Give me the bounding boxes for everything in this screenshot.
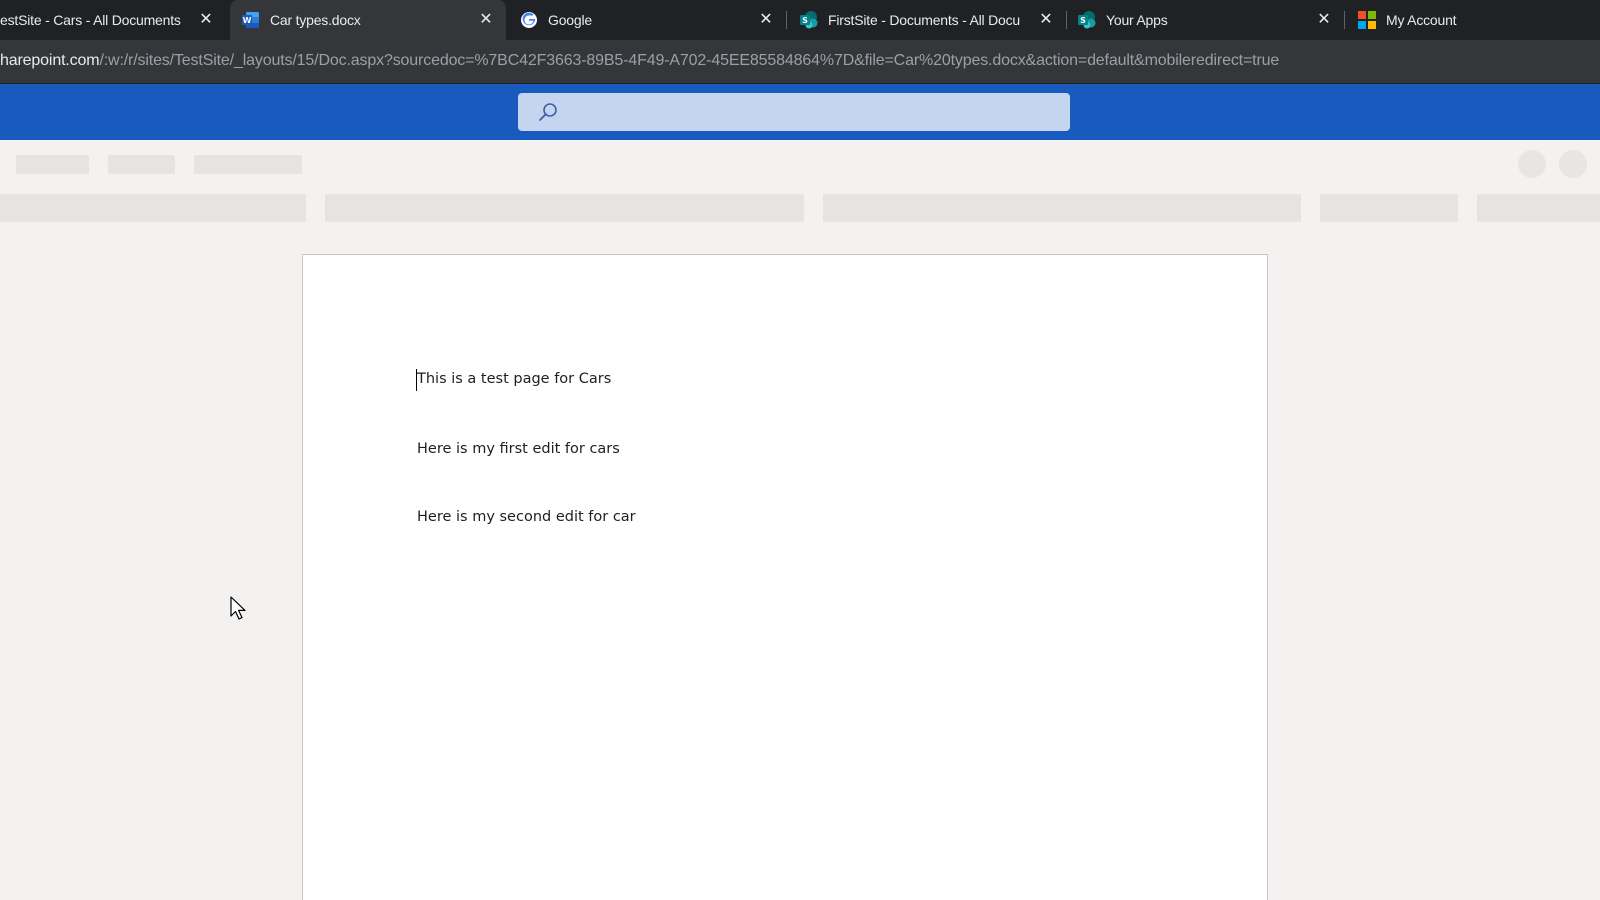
close-tab-icon[interactable]: ✕ bbox=[758, 12, 774, 28]
ribbon-tab-placeholder bbox=[194, 155, 302, 174]
tab-firstsite-documents[interactable]: S FirstSite - Documents - All Docu ✕ bbox=[788, 0, 1066, 40]
url-path: /:w:/r/sites/TestSite/_layouts/15/Doc.as… bbox=[99, 52, 1280, 69]
ribbon-group-placeholder bbox=[1477, 194, 1600, 222]
document-page[interactable]: This is a test page for Cars Here is my … bbox=[302, 254, 1268, 900]
ribbon-group-placeholder bbox=[0, 194, 306, 222]
ribbon-group-placeholder bbox=[823, 194, 1301, 222]
tab-title: My Account bbox=[1386, 12, 1457, 28]
search-box[interactable] bbox=[518, 93, 1070, 131]
ribbon-tab-placeholder bbox=[16, 155, 89, 174]
tab-title: estSite - Cars - All Documents bbox=[0, 12, 181, 28]
tab-title: Your Apps bbox=[1106, 12, 1168, 28]
tab-title: Google bbox=[548, 12, 592, 28]
sharepoint-icon: S bbox=[800, 11, 818, 29]
ribbon-action-placeholder bbox=[1518, 150, 1546, 178]
tab-my-account[interactable]: My Account bbox=[1346, 0, 1600, 40]
document-paragraph[interactable]: Here is my second edit for car bbox=[417, 509, 636, 525]
office-header bbox=[0, 84, 1600, 140]
address-bar[interactable]: harepoint.com/:w:/r/sites/TestSite/_layo… bbox=[0, 40, 1600, 84]
sharepoint-icon: S bbox=[1078, 11, 1096, 29]
svg-text:W: W bbox=[243, 16, 252, 25]
tab-separator bbox=[1344, 11, 1345, 29]
search-icon bbox=[538, 102, 558, 122]
close-tab-icon[interactable]: ✕ bbox=[198, 12, 214, 28]
tab-title: Car types.docx bbox=[270, 12, 361, 28]
tab-car-types-docx[interactable]: W Car types.docx ✕ bbox=[230, 0, 506, 40]
url-host: harepoint.com bbox=[0, 52, 100, 69]
mouse-pointer-icon bbox=[230, 596, 248, 622]
tab-title: FirstSite - Documents - All Docu bbox=[828, 12, 1020, 28]
svg-text:S: S bbox=[1080, 16, 1086, 25]
browser-tab-strip: estSite - Cars - All Documents ✕ W Car t… bbox=[0, 0, 1600, 40]
google-icon bbox=[520, 11, 538, 29]
word-icon: W bbox=[242, 11, 260, 29]
ribbon-action-placeholder bbox=[1559, 150, 1587, 178]
microsoft-icon bbox=[1358, 11, 1376, 29]
close-tab-icon[interactable]: ✕ bbox=[1038, 12, 1054, 28]
tab-your-apps[interactable]: S Your Apps ✕ bbox=[1066, 0, 1344, 40]
ribbon-tab-placeholder bbox=[108, 155, 175, 174]
close-tab-icon[interactable]: ✕ bbox=[478, 12, 494, 28]
document-paragraph[interactable]: This is a test page for Cars bbox=[417, 371, 611, 387]
svg-text:S: S bbox=[802, 16, 808, 25]
close-tab-icon[interactable]: ✕ bbox=[1316, 12, 1332, 28]
tab-separator bbox=[786, 11, 787, 29]
tab-google[interactable]: Google ✕ bbox=[508, 0, 786, 40]
ribbon-group-placeholder bbox=[1320, 194, 1458, 222]
url-text[interactable]: harepoint.com/:w:/r/sites/TestSite/_layo… bbox=[0, 52, 1279, 70]
document-paragraph[interactable]: Here is my first edit for cars bbox=[417, 441, 620, 457]
tab-cars-all-documents[interactable]: estSite - Cars - All Documents ✕ bbox=[0, 0, 226, 40]
ribbon-group-placeholder bbox=[325, 194, 804, 222]
